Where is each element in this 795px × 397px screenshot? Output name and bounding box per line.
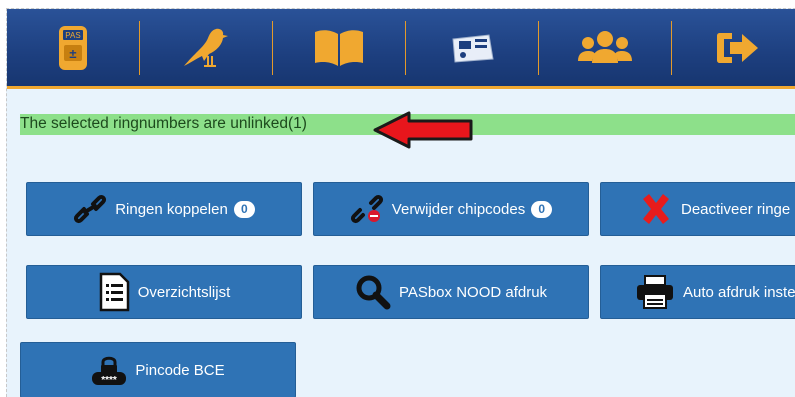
search-icon xyxy=(355,274,391,310)
svg-text:±: ± xyxy=(69,46,76,61)
auto-afdruk-button[interactable]: Auto afdruk inste xyxy=(600,265,795,319)
printer-icon xyxy=(635,275,675,309)
verwijder-chipcodes-label: Verwijder chipcodes xyxy=(391,200,526,218)
svg-text:PAS: PAS xyxy=(65,31,80,40)
ringen-koppelen-count-badge: 0 xyxy=(233,200,255,218)
auto-afdruk-label: Auto afdruk inste xyxy=(683,283,795,301)
nav-scanner[interactable] xyxy=(406,9,538,86)
app-frame: PAS ± The selected ringnumbers are unlin… xyxy=(6,8,795,397)
deactiveer-ringen-button[interactable]: Deactiveer ringe xyxy=(600,182,795,236)
pasbox-nood-afdruk-button[interactable]: PASbox NOOD afdruk xyxy=(313,265,589,319)
ringen-koppelen-label: Ringen koppelen xyxy=(115,200,228,218)
scanner-icon xyxy=(452,33,494,63)
lock-pin-icon: **** xyxy=(91,354,127,386)
status-message: The selected ringnumbers are unlinked(1) xyxy=(20,115,307,132)
red-arrow-icon xyxy=(373,111,473,149)
list-document-icon xyxy=(98,272,130,312)
red-x-icon xyxy=(639,192,673,226)
overzichtslijst-label: Overzichtslijst xyxy=(137,283,231,301)
link-icon xyxy=(73,194,107,224)
book-icon xyxy=(315,29,363,66)
nav-users[interactable] xyxy=(539,9,671,86)
pincode-bce-label: Pincode BCE xyxy=(135,361,225,379)
top-navbar: PAS ± xyxy=(7,9,795,89)
verwijder-chipcodes-button[interactable]: Verwijder chipcodes 0 xyxy=(313,182,589,236)
overzichtslijst-button[interactable]: Overzichtslijst xyxy=(26,265,302,319)
verwijder-chipcodes-count-badge: 0 xyxy=(531,200,553,218)
unlink-icon xyxy=(350,194,384,224)
pincode-bce-button[interactable]: **** Pincode BCE xyxy=(20,342,296,397)
users-icon xyxy=(578,30,632,63)
nav-pigeon[interactable] xyxy=(140,9,272,86)
nav-pas-device[interactable]: PAS ± xyxy=(7,9,139,86)
nav-book[interactable] xyxy=(273,9,405,86)
ringen-koppelen-button[interactable]: Ringen koppelen 0 xyxy=(26,182,302,236)
pasbox-nood-afdruk-label: PASbox NOOD afdruk xyxy=(398,283,548,301)
pigeon-icon xyxy=(184,28,228,67)
logout-icon xyxy=(717,32,758,63)
deactiveer-ringen-label: Deactiveer ringe xyxy=(681,200,791,218)
svg-text:****: **** xyxy=(102,375,118,386)
nav-logout[interactable] xyxy=(672,9,795,86)
pas-device-icon: PAS ± xyxy=(59,25,87,70)
